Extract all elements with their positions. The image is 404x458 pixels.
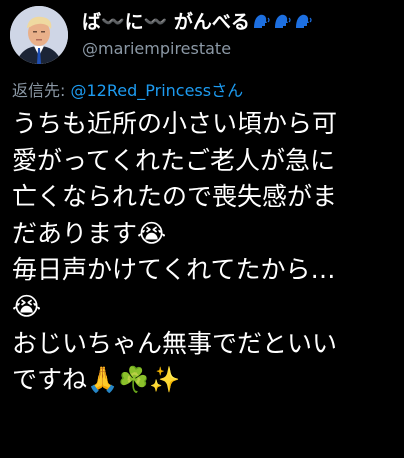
display-name[interactable]: ば〰️に〰️ がんべる [82, 9, 313, 35]
speaking-head-icon [274, 14, 291, 28]
tweet-text-line: 亡くなられたので喪失感がま [12, 182, 338, 212]
author-info: ば〰️に〰️ がんべる @mariempirestate [82, 9, 313, 61]
tweet[interactable]: ば〰️に〰️ がんべる @mariempirestate 返信先: @12Red… [0, 0, 404, 458]
reply-context: 返信先: @12Red_Princessさん [12, 80, 243, 102]
reply-prefix: 返信先: [12, 81, 71, 100]
tweet-text-line: 愛がってくれたご老人が急に [12, 145, 336, 175]
tweet-text-line: ですね🙏☘️✨ [12, 365, 181, 395]
tweet-header: ば〰️に〰️ がんべる @mariempirestate [10, 6, 313, 64]
avatar[interactable] [10, 6, 68, 64]
tweet-text: うちも近所の小さい頃から可 愛がってくれたご老人が急に 亡くなられたので喪失感が… [12, 106, 397, 399]
tweet-text-line: 😭 [12, 291, 42, 321]
speaking-head-icon [253, 14, 270, 28]
tweet-text-line: だあります😭 [12, 218, 167, 248]
tweet-text-line: 毎日声かけてくれてたから… [12, 255, 336, 285]
display-name-text: ば〰️に〰️ がんべる [82, 11, 250, 33]
reply-suffix: さん [211, 81, 244, 100]
reply-mention-link[interactable]: @12Red_Princess [70, 81, 211, 100]
tweet-text-line: うちも近所の小さい頃から可 [12, 109, 338, 138]
user-handle[interactable]: @mariempirestate [82, 37, 313, 61]
tweet-text-line: おじいちゃん無事でだといい [12, 328, 338, 358]
speaking-head-icon [295, 14, 312, 28]
